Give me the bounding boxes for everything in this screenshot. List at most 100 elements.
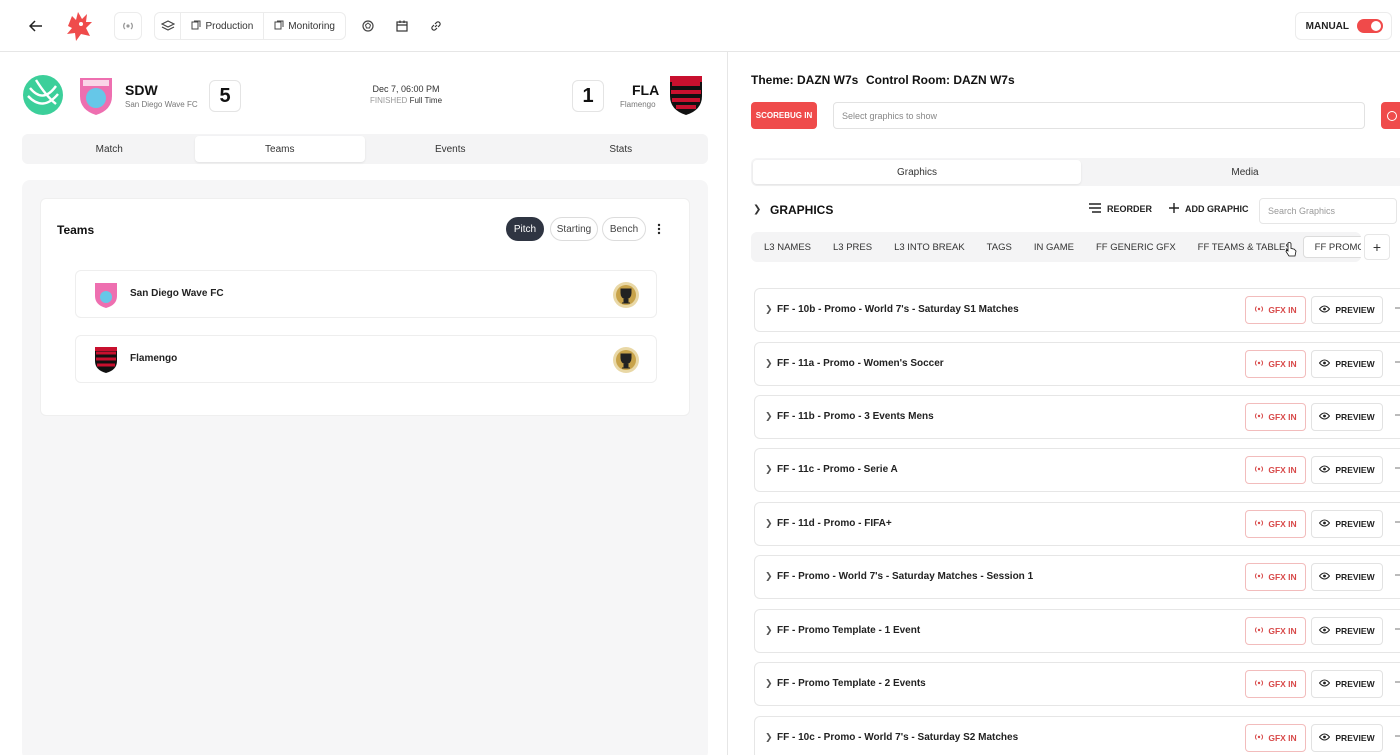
scorebug-in-button[interactable]: SCOREBUG IN	[751, 102, 817, 129]
category-tab[interactable]: FF GENERIC GFX	[1085, 236, 1187, 258]
more-icon[interactable]	[1395, 574, 1400, 576]
category-tab-active[interactable]: FF PROMOS	[1302, 236, 1361, 258]
chevron-right-icon[interactable]: ❯	[765, 518, 773, 529]
tab-graphics[interactable]: Graphics	[753, 160, 1081, 184]
filter-bench[interactable]: Bench	[602, 217, 646, 241]
reorder-icon	[1089, 203, 1101, 215]
chevron-right-icon[interactable]: ❯	[765, 625, 773, 636]
add-graphic-label: ADD GRAPHIC	[1185, 204, 1249, 214]
gfx-in-button[interactable]: GFX IN	[1245, 510, 1306, 538]
more-icon[interactable]	[1395, 521, 1400, 523]
gfx-in-label: GFX IN	[1268, 305, 1297, 315]
graphic-row[interactable]: ❯ FF - 11c - Promo - Serie A GFX IN PREVIEW	[754, 448, 1400, 492]
graphic-row[interactable]: ❯ FF - 11b - Promo - 3 Events Mens GFX IN P…	[754, 395, 1400, 439]
more-icon[interactable]	[1395, 414, 1400, 416]
chevron-right-icon[interactable]: ❯	[765, 732, 773, 743]
preview-button[interactable]: PREVIEW	[1311, 510, 1383, 538]
soccer-ball-icon[interactable]	[354, 12, 382, 40]
graphic-row[interactable]: ❯ FF - Promo Template - 2 Events GFX IN PRE…	[754, 662, 1400, 706]
more-icon[interactable]	[1395, 307, 1400, 309]
gfx-in-button[interactable]: GFX IN	[1245, 296, 1306, 324]
chevron-right-icon[interactable]: ❯	[765, 304, 773, 315]
gfx-in-label: GFX IN	[1268, 679, 1297, 689]
graphic-row[interactable]: ❯ FF - Promo Template - 1 Event GFX IN PREV…	[754, 609, 1400, 653]
graphic-row[interactable]: ❯ FF - Promo - World 7's - Saturday Match…	[754, 555, 1400, 599]
more-icon[interactable]	[1395, 735, 1400, 737]
more-icon[interactable]	[1395, 681, 1400, 683]
preview-label: PREVIEW	[1335, 519, 1375, 529]
gfx-in-button[interactable]: GFX IN	[1245, 670, 1306, 698]
tab-match[interactable]: Match	[24, 136, 195, 162]
preview-button[interactable]: PREVIEW	[1311, 563, 1383, 591]
add-category-button[interactable]: +	[1364, 234, 1390, 260]
gfx-in-button[interactable]: GFX IN	[1245, 350, 1306, 378]
eye-icon	[1319, 679, 1331, 689]
control-room-label: Control Room: DAZN W7s	[866, 73, 1015, 87]
filter-starting[interactable]: Starting	[550, 217, 598, 241]
graphic-row[interactable]: ❯ FF - 10c - Promo - World 7's - Saturday…	[754, 716, 1400, 755]
team-row-away[interactable]: Flamengo	[75, 335, 657, 383]
back-arrow-icon[interactable]	[22, 12, 50, 40]
away-team-logo[interactable]	[668, 74, 704, 116]
more-vertical-icon[interactable]	[653, 221, 665, 237]
preview-button[interactable]: PREVIEW	[1311, 617, 1383, 645]
stop-all-button[interactable]	[1381, 102, 1400, 129]
preview-label: PREVIEW	[1335, 733, 1375, 743]
teams-card: Teams Pitch Starting Bench San Diego Wav…	[40, 198, 690, 416]
away-score: 1	[572, 80, 604, 112]
preview-button[interactable]: PREVIEW	[1311, 350, 1383, 378]
preview-button[interactable]: PREVIEW	[1311, 296, 1383, 324]
tab-stats[interactable]: Stats	[536, 136, 707, 162]
broadcast-icon	[1254, 678, 1264, 690]
gfx-in-button[interactable]: GFX IN	[1245, 403, 1306, 431]
chevron-right-icon[interactable]: ❯	[765, 678, 773, 689]
team-row-home[interactable]: San Diego Wave FC	[75, 270, 657, 318]
category-tab[interactable]: L3 INTO BREAK	[883, 236, 976, 258]
graphic-row[interactable]: ❯ FF - 11a - Promo - Women's Soccer GFX IN…	[754, 342, 1400, 386]
reorder-button[interactable]: REORDER	[1089, 203, 1152, 215]
gfx-in-button[interactable]: GFX IN	[1245, 456, 1306, 484]
graphic-name: FF - 11c - Promo - Serie A	[777, 464, 898, 475]
category-tab[interactable]: L3 PRES	[822, 236, 883, 258]
reorder-label: REORDER	[1107, 204, 1153, 214]
chevron-right-icon[interactable]: ❯	[765, 571, 773, 582]
gfx-in-button[interactable]: GFX IN	[1245, 563, 1306, 591]
gfx-in-button[interactable]: GFX IN	[1245, 617, 1306, 645]
graphic-name: FF - Promo - World 7's - Saturday Matche…	[777, 571, 1034, 582]
category-tab[interactable]: TAGS	[976, 236, 1023, 258]
monitoring-tab[interactable]: Monitoring	[263, 13, 345, 39]
tab-events[interactable]: Events	[365, 136, 536, 162]
teams-title: Teams	[57, 223, 95, 237]
graphic-row[interactable]: ❯ FF - 10b - Promo - World 7's - Saturday…	[754, 288, 1400, 332]
preview-button[interactable]: PREVIEW	[1311, 724, 1383, 752]
more-icon[interactable]	[1395, 361, 1400, 363]
search-graphics-input[interactable]: Search Graphics	[1259, 198, 1397, 224]
calendar-icon[interactable]	[388, 12, 416, 40]
layers-icon[interactable]	[155, 12, 180, 40]
chevron-right-icon[interactable]: ❯	[765, 358, 773, 369]
preview-button[interactable]: PREVIEW	[1311, 456, 1383, 484]
add-graphic-button[interactable]: ADD GRAPHIC	[1169, 203, 1249, 215]
category-tab[interactable]: IN GAME	[1023, 236, 1085, 258]
preview-button[interactable]: PREVIEW	[1311, 670, 1383, 698]
link-icon[interactable]	[422, 12, 450, 40]
tab-media[interactable]: Media	[1081, 160, 1400, 184]
chevron-right-icon[interactable]: ❯	[765, 411, 773, 422]
preview-button[interactable]: PREVIEW	[1311, 403, 1383, 431]
chevron-right-icon[interactable]: ❯	[765, 464, 773, 475]
category-tab[interactable]: L3 NAMES	[753, 236, 822, 258]
filter-pitch[interactable]: Pitch	[506, 217, 544, 241]
graphic-name: FF - Promo Template - 1 Event	[777, 625, 921, 636]
manual-label: MANUAL	[1305, 20, 1349, 32]
graphics-select[interactable]: Select graphics to show	[833, 102, 1365, 129]
manual-toggle[interactable]	[1357, 19, 1383, 33]
gfx-in-button[interactable]: GFX IN	[1245, 724, 1306, 752]
more-icon[interactable]	[1395, 628, 1400, 630]
tab-teams[interactable]: Teams	[194, 136, 365, 162]
chevron-right-icon[interactable]: ❯	[753, 204, 761, 215]
home-team-logo[interactable]	[78, 74, 114, 116]
broadcast-icon[interactable]	[115, 12, 141, 40]
production-tab[interactable]: Production	[180, 13, 263, 39]
graphic-row[interactable]: ❯ FF - 11d - Promo - FIFA+ GFX IN PREVIEW	[754, 502, 1400, 546]
more-icon[interactable]	[1395, 467, 1400, 469]
